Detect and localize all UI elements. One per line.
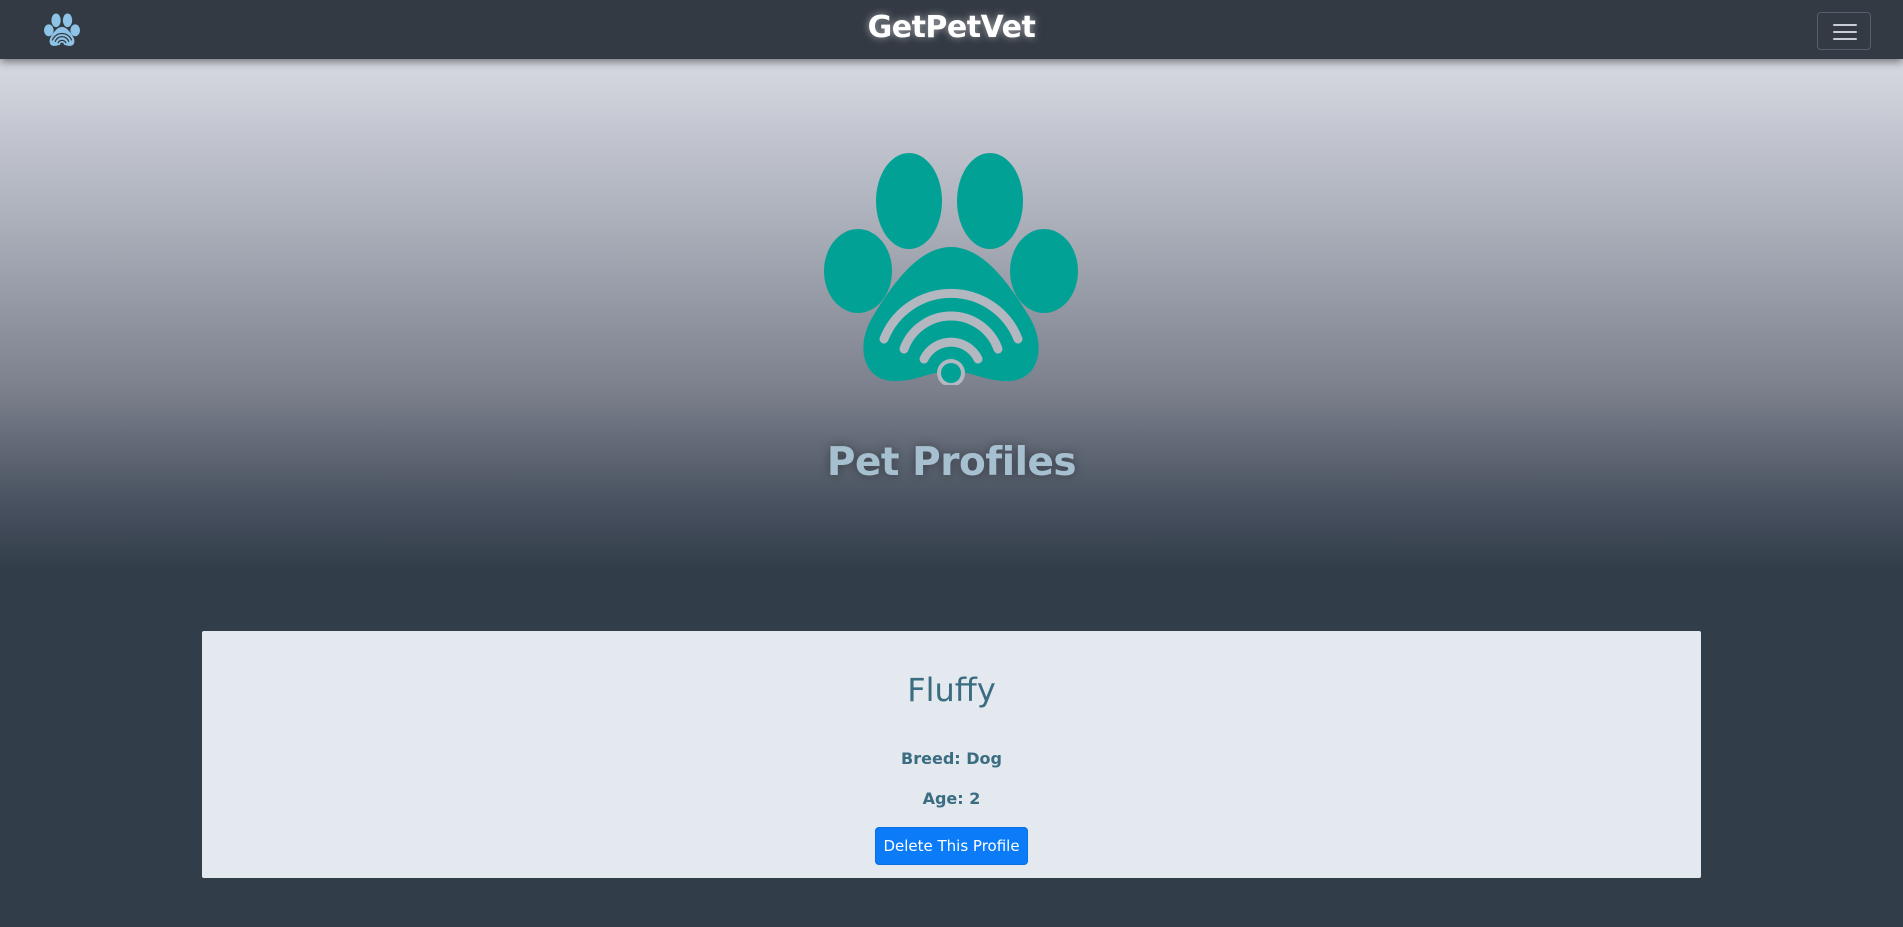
menu-toggle-button[interactable] (1817, 12, 1871, 50)
pet-name: Fluffy (907, 671, 996, 709)
pet-breed: Breed: Dog (901, 749, 1002, 768)
page: GetPetVet Pet Profiles Fluffy Breed: Dog… (0, 0, 1903, 927)
page-title: Pet Profiles (826, 440, 1077, 485)
paw-wifi-icon (824, 153, 1078, 385)
delete-profile-button[interactable]: Delete This Profile (875, 827, 1028, 865)
brand-title[interactable]: GetPetVet (0, 10, 1903, 45)
top-navbar: GetPetVet (0, 0, 1903, 59)
pet-profile-card: Fluffy Breed: Dog Age: 2 Delete This Pro… (202, 631, 1701, 878)
pet-age: Age: 2 (922, 789, 981, 808)
